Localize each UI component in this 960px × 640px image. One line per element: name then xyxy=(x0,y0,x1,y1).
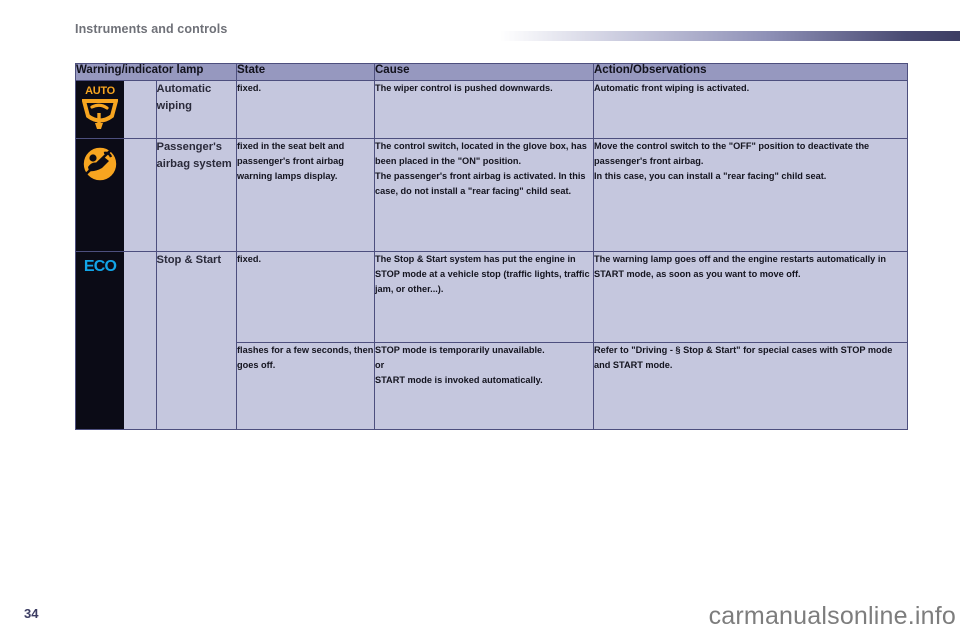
state-stop-and-start-fixed: fixed. xyxy=(236,251,375,343)
page-title: Instruments and controls xyxy=(75,22,228,36)
passenger-airbag-icon xyxy=(79,143,121,187)
icon-backdrop xyxy=(76,139,124,251)
action-stop-and-start-fixed: The warning lamp goes off and the engine… xyxy=(593,251,908,343)
column-header-cause: Cause xyxy=(374,63,594,81)
cause-stop-and-start-fixed: The Stop & Start system has put the engi… xyxy=(374,251,594,343)
lamp-name-automatic-wiping: Automatic wiping xyxy=(155,80,237,139)
cause-passengers-airbag-system: The control switch, located in the glove… xyxy=(374,138,594,252)
cause-automatic-wiping: The wiper control is pushed downwards. xyxy=(374,80,594,139)
page-header: Instruments and controls xyxy=(0,0,960,48)
auto-wiping-icon-label: AUTO xyxy=(85,85,115,97)
lamp-name-stop-and-start: Stop & Start xyxy=(155,251,237,430)
table-row: ECO Stop & Start fixed. The Stop & Start… xyxy=(75,251,908,430)
icon-backdrop: AUTO xyxy=(76,81,124,138)
windscreen-wiper-glyph xyxy=(82,99,118,129)
site-watermark: carmanualsonline.info xyxy=(708,602,956,630)
lamp-icon-cell: AUTO xyxy=(75,80,157,139)
page-number: 34 xyxy=(24,606,39,621)
icon-backdrop: ECO xyxy=(76,252,124,429)
action-automatic-wiping: Automatic front wiping is activated. xyxy=(593,80,908,139)
state-stop-and-start-flashing: flashes for a few seconds, then goes off… xyxy=(236,342,375,430)
column-header-state: State xyxy=(236,63,375,81)
state-automatic-wiping: fixed. xyxy=(236,80,375,139)
warning-lamp-table: Warning/indicator lamp State Cause Actio… xyxy=(75,63,908,430)
lamp-icon-cell xyxy=(75,138,157,252)
table-row: AUTO Automatic wiping fixed. The wiper co… xyxy=(75,80,908,139)
lamp-icon-cell: ECO xyxy=(75,251,157,430)
action-stop-and-start-flashing: Refer to "Driving - § Stop & Start" for … xyxy=(593,342,908,430)
header-gradient-rule xyxy=(500,31,960,41)
auto-wiping-icon: AUTO xyxy=(79,85,121,135)
column-header-warning-indicator-lamp: Warning/indicator lamp xyxy=(75,63,237,81)
cause-stop-and-start-flashing: STOP mode is temporarily unavailable. or S… xyxy=(374,342,594,430)
lamp-name-passengers-airbag-system: Passenger's airbag system xyxy=(155,138,237,252)
eco-stop-start-icon: ECO xyxy=(83,258,117,275)
passenger-airbag-glyph xyxy=(82,146,118,182)
table-row: Passenger's airbag system fixed in the se… xyxy=(75,138,908,252)
action-passengers-airbag-system: Move the control switch to the "OFF" pos… xyxy=(593,138,908,252)
state-passengers-airbag-system: fixed in the seat belt and passenger's f… xyxy=(236,138,375,252)
table-header-row: Warning/indicator lamp State Cause Actio… xyxy=(75,63,908,81)
column-header-action-observations: Action/Observations xyxy=(593,63,908,81)
